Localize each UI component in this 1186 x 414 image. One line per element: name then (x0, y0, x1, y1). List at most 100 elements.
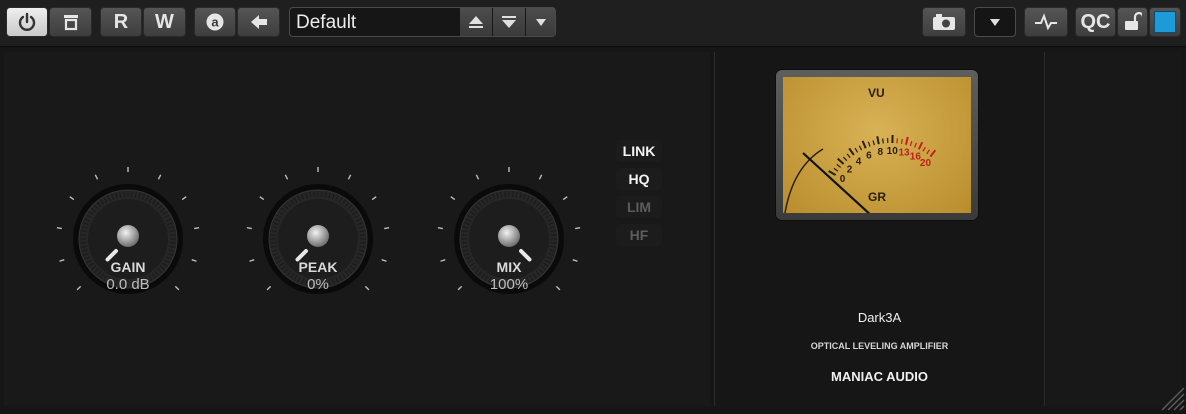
knob-cap (307, 225, 329, 247)
vu-tick (861, 140, 867, 149)
knob-knurl (131, 191, 133, 198)
vu-tick (854, 147, 859, 153)
preset-down-button[interactable] (493, 8, 525, 36)
preset-up-button[interactable] (460, 8, 492, 36)
vu-tick (836, 163, 842, 168)
knob-tick (450, 196, 456, 201)
vu-scale-label: 2 (847, 164, 853, 175)
auto-icon: a (206, 13, 224, 31)
activity-button[interactable] (1024, 7, 1068, 37)
preset-menu-button[interactable] (526, 8, 555, 36)
gain-label: GAIN (110, 259, 146, 275)
lim-label: LIM (626, 199, 652, 215)
knob-tick (475, 174, 480, 180)
knob-knurl (550, 242, 557, 244)
preset-name[interactable]: Default (296, 12, 356, 34)
camera-icon (933, 14, 955, 30)
knob-tick (371, 196, 377, 201)
company-name: MANIAC AUDIO (830, 369, 928, 384)
knob-knurl (80, 234, 87, 236)
peak-label: PEAK (298, 259, 338, 275)
hq-button[interactable]: HQ (616, 168, 662, 190)
vu-scale-label: 8 (878, 147, 884, 158)
bypass-icon (63, 15, 78, 31)
back-button[interactable] (237, 7, 280, 37)
vu-tick (837, 157, 845, 165)
vu-tick (846, 153, 851, 159)
knob-knurl (504, 191, 506, 198)
auto-button[interactable]: a (194, 7, 236, 37)
knob-knurl (359, 234, 366, 236)
knob-knurl (313, 191, 315, 198)
bypass-button[interactable] (49, 7, 92, 37)
color-button[interactable] (1149, 7, 1181, 37)
lock-icon (1124, 12, 1142, 30)
product-name: Dark3A (857, 310, 902, 325)
write-label: W (155, 10, 174, 33)
knob-knurl (461, 242, 468, 244)
read-automation-button[interactable]: R (100, 7, 142, 37)
write-automation-button[interactable]: W (143, 7, 186, 37)
vu-tick (909, 141, 913, 147)
vu-tick (917, 141, 924, 150)
knob-cap (498, 225, 520, 247)
knob-knurl (321, 191, 323, 198)
power-icon (18, 12, 36, 31)
mix-label: MIX (496, 259, 522, 275)
qc-label: QC (1080, 10, 1111, 33)
vu-scale: 0246 8 10 13 1620 (784, 134, 937, 213)
knob-knurl (123, 191, 125, 198)
vu-tick (904, 136, 909, 146)
knob-tick (284, 174, 289, 180)
knob-tick (347, 174, 352, 180)
options-dropdown[interactable] (974, 7, 1016, 37)
knob-knurl (80, 242, 87, 244)
vu-scale-label: 10 (887, 146, 899, 157)
activity-icon (1035, 13, 1057, 31)
dropdown-icon (535, 19, 546, 26)
vu-tick (828, 170, 837, 176)
vu-tick (842, 156, 848, 162)
knob-tick (538, 174, 543, 180)
knob-tick (562, 196, 568, 201)
snapshot-button[interactable] (922, 7, 966, 37)
vu-tick (914, 142, 918, 148)
knob-cap (117, 225, 139, 247)
hq-label: HQ (628, 171, 650, 187)
knob-knurl (270, 242, 277, 244)
vu-scale-label: 13 (899, 148, 911, 159)
product-description: OPTICAL LEVELING AMPLIFIER (810, 341, 949, 351)
vu-arc (784, 148, 824, 213)
vu-tick (833, 167, 839, 172)
knob-knurl (169, 242, 176, 244)
lock-button[interactable] (1117, 7, 1148, 37)
knob-knurl (359, 242, 366, 244)
vu-tick (872, 140, 875, 146)
vu-tick (922, 146, 926, 152)
arrow-up-icon (469, 16, 483, 28)
hf-label: HF (629, 227, 649, 243)
mix-value: 100% (489, 276, 529, 293)
link-label: LINK (622, 143, 656, 159)
knob-tick (437, 227, 443, 230)
knob-tick (69, 196, 75, 201)
knob-knurl (512, 191, 514, 198)
toolbar: R W a Default QC (0, 0, 1186, 47)
knob-tick (181, 196, 187, 201)
hf-button[interactable]: HF (616, 224, 662, 246)
plugin-panel: GAIN 0.0 dB PEAK 0% MIX 100% LINK HQ LIM… (0, 48, 1186, 412)
vu-tick (900, 138, 903, 144)
knob-tick (157, 174, 162, 180)
preset-selector[interactable]: Default (289, 7, 556, 37)
lim-button[interactable]: LIM (616, 196, 662, 218)
knob-tick (56, 227, 62, 230)
vu-meter: VU GR 0 2 4 6 8 10 13 16 20 (776, 70, 978, 220)
power-button[interactable] (6, 7, 48, 37)
link-button[interactable]: LINK (616, 140, 662, 162)
vu-scale-label: 6 (866, 151, 872, 162)
vu-tick (867, 141, 871, 147)
qc-button[interactable]: QC (1075, 7, 1116, 37)
peak-value: 0% (307, 276, 329, 293)
resize-grip[interactable] (1156, 382, 1186, 412)
vu-needle (802, 152, 871, 213)
